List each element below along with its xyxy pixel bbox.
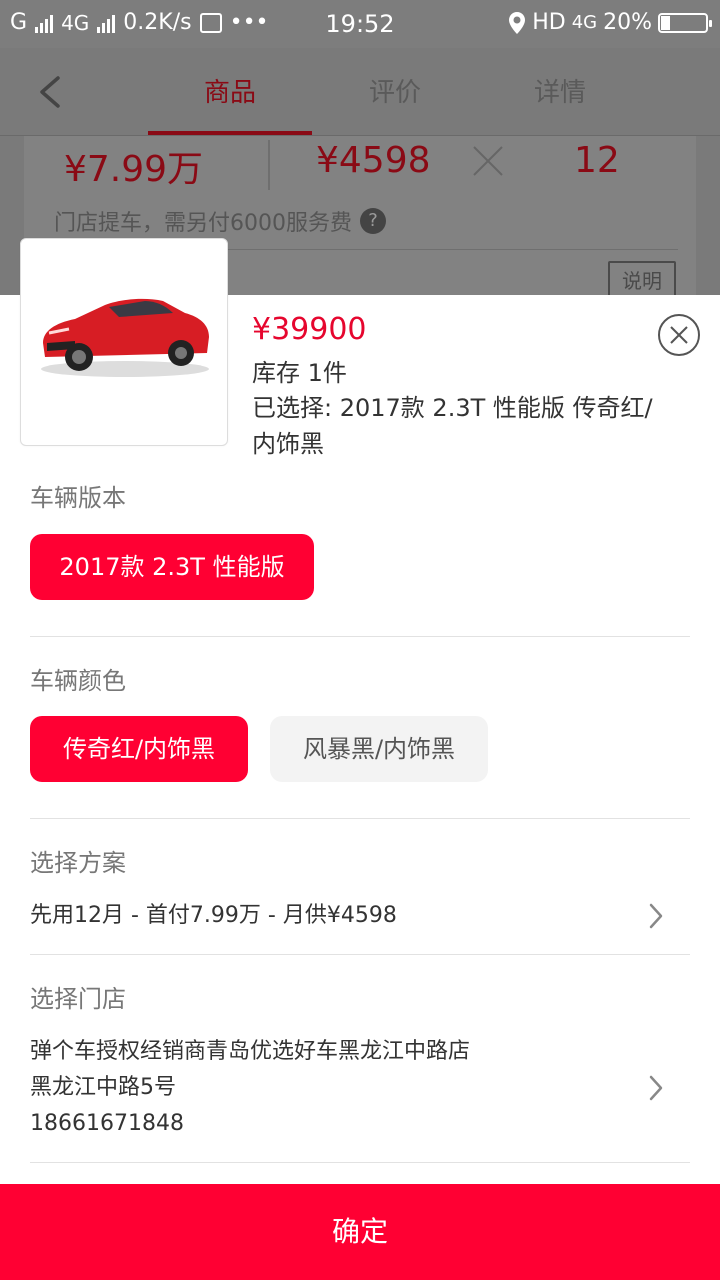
back-arrow-icon[interactable] [36, 74, 64, 110]
status-right: HD 4G 20% [508, 10, 712, 35]
divider [30, 636, 690, 637]
plan-summary-row: ¥7.99万 ¥4598 12 [0, 140, 720, 190]
close-icon [670, 326, 688, 344]
store-address[interactable]: 黑龙江中路5号 [30, 1070, 176, 1106]
product-thumbnail [20, 238, 228, 446]
network-label-right: 4G [571, 12, 598, 33]
monthly-payment: ¥4598 [316, 140, 431, 181]
hd-label: HD [532, 10, 566, 35]
status-bar: G 4G 0.2K/s ••• 19:52 HD 4G 20% [0, 0, 720, 48]
divider [30, 954, 690, 955]
version-option-2017-performance[interactable]: 2017款 2.3T 性能版 [30, 534, 314, 600]
chevron-right-icon[interactable] [647, 1074, 665, 1102]
stock-count: 库存 1件 [252, 359, 347, 387]
battery-icon [658, 12, 712, 33]
store-phone[interactable]: 18661671848 [30, 1106, 184, 1142]
color-option-storm-black[interactable]: 风暴黑/内饰黑 [270, 716, 488, 782]
tab-reviews[interactable]: 评价 [315, 72, 475, 109]
confirm-button[interactable]: 确定 [0, 1184, 720, 1280]
active-tab-underline [148, 131, 312, 135]
version-label: 车辆版本 [30, 484, 126, 512]
total-price: ¥7.99万 [64, 149, 204, 190]
tab-details[interactable]: 详情 [480, 72, 640, 109]
store-label: 选择门店 [30, 985, 126, 1013]
car-image [41, 298, 209, 377]
store-name[interactable]: 弹个车授权经销商青岛优选好车黑龙江中路店 [30, 1034, 470, 1070]
divider [30, 818, 690, 819]
battery-percent: 20% [603, 10, 652, 35]
service-fee-text: 门店提车，需另付6000服务费 [54, 211, 352, 236]
divider [268, 140, 270, 190]
plan-value[interactable]: 先用12月 - 首付7.99万 - 月供¥4598 [30, 898, 397, 934]
selected-summary: 已选择: 2017款 2.3T 性能版 传奇红/内饰黑 [252, 394, 653, 458]
plan-label: 选择方案 [30, 849, 126, 877]
top-nav: 商品 评价 详情 [0, 48, 720, 136]
chevron-right-icon[interactable] [647, 902, 665, 930]
color-label: 车辆颜色 [30, 667, 126, 695]
location-icon [509, 11, 526, 34]
cross-icon [473, 146, 503, 176]
tab-goods[interactable]: 商品 [150, 72, 310, 109]
color-option-legend-red[interactable]: 传奇红/内饰黑 [30, 716, 248, 782]
divider [30, 1162, 690, 1163]
help-icon[interactable]: ? [360, 208, 386, 234]
months-count: 12 [574, 140, 620, 181]
sku-price: ¥39900 [252, 312, 367, 347]
service-fee-note: 门店提车，需另付6000服务费 ? [54, 205, 386, 237]
explain-button[interactable]: 说明 [608, 261, 676, 297]
close-button[interactable] [658, 314, 700, 356]
